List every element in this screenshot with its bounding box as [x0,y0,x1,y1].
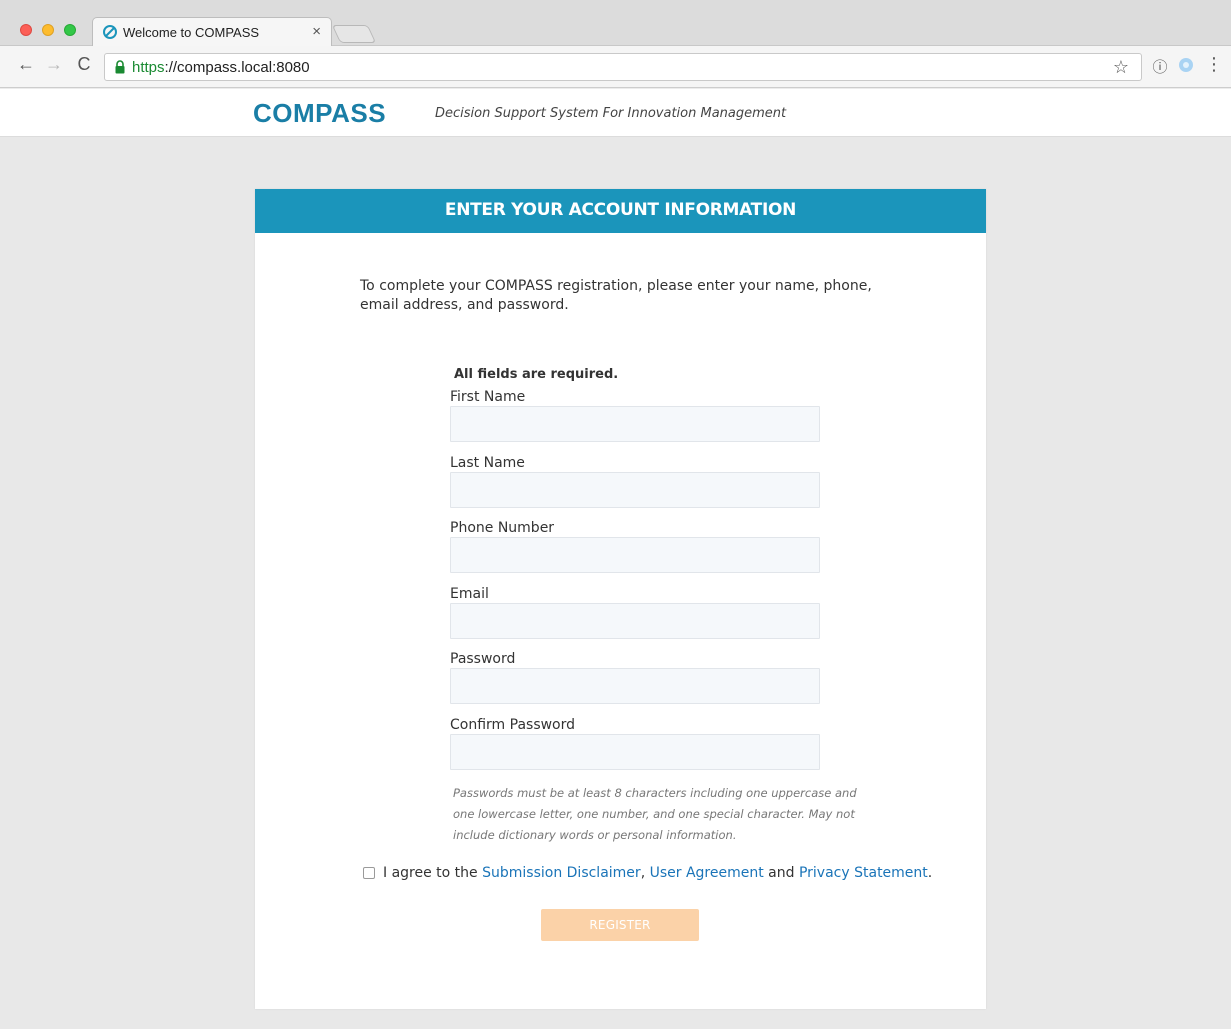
tab-title: Welcome to COMPASS [123,25,260,40]
address-bar[interactable]: https://compass.local:8080 ☆ [104,53,1142,81]
lock-icon [115,60,125,74]
card-title: ENTER YOUR ACCOUNT INFORMATION [444,200,797,220]
compass-logo[interactable]: COMPASS [253,98,386,129]
first-name-input[interactable] [450,406,820,442]
zoom-window-button[interactable] [64,24,76,36]
confirm-password-label: Confirm Password [450,717,576,733]
privacy-statement-link[interactable]: Privacy Statement [799,865,928,881]
first-name-label: First Name [450,389,526,405]
password-label: Password [450,651,516,667]
agree-suffix: . [927,865,933,881]
reload-icon[interactable]: C [74,54,94,75]
agreement-row: I agree to the Submission Disclaimer, Us… [363,865,932,881]
browser-toolbar: ← → C https://compass.local:8080 ☆ ⓘ ⋮ [0,46,1231,88]
page-content: COMPASS Decision Support System For Inno… [0,89,1231,1029]
forward-arrow-icon[interactable]: → [44,54,64,75]
agree-text: I agree to the Submission Disclaimer, Us… [383,865,932,881]
confirm-password-input[interactable] [450,734,820,770]
site-tagline: Decision Support System For Innovation M… [435,106,787,121]
last-name-input[interactable] [450,472,820,508]
close-window-button[interactable] [20,24,32,36]
extension-globe-icon[interactable] [1176,56,1196,76]
compass-favicon-icon [103,25,117,39]
agree-prefix: I agree to the [383,865,483,881]
minimize-window-button[interactable] [42,24,54,36]
tab-compass[interactable]: Welcome to COMPASS × [92,17,332,46]
url-scheme: https [132,59,165,76]
back-arrow-icon[interactable]: ← [16,54,36,75]
tab-close-icon[interactable]: × [312,23,321,40]
new-tab-button[interactable] [331,25,377,43]
intro-text: To complete your COMPASS registration, p… [360,278,872,313]
globe-icon [1179,58,1193,72]
phone-number-input[interactable] [450,537,820,573]
card-header: ENTER YOUR ACCOUNT INFORMATION [255,189,986,233]
email-label: Email [450,586,489,602]
browser-menu-icon[interactable]: ⋮ [1204,54,1224,74]
register-button[interactable]: REGISTER [541,909,699,941]
password-input[interactable] [450,668,820,704]
site-header: COMPASS Decision Support System For Inno… [0,89,1231,137]
last-name-label: Last Name [450,455,525,471]
email-input[interactable] [450,603,820,639]
agree-sep1: , [640,865,650,881]
password-hint: Passwords must be at least 8 characters … [453,786,857,842]
agree-checkbox[interactable] [363,867,375,879]
required-note: All fields are required. [454,367,619,382]
tab-bar: Welcome to COMPASS × [0,0,1231,46]
bookmark-star-icon[interactable]: ☆ [1113,57,1129,78]
url-text: https://compass.local:8080 [132,59,310,76]
extension-info-icon[interactable]: ⓘ [1150,56,1170,76]
submission-disclaimer-link[interactable]: Submission Disclaimer [482,865,641,881]
agree-sep2: and [763,865,799,881]
user-agreement-link[interactable]: User Agreement [650,865,764,881]
url-host: ://compass.local:8080 [164,59,310,76]
phone-number-label: Phone Number [450,520,555,536]
registration-card: ENTER YOUR ACCOUNT INFORMATION To comple… [255,189,986,1009]
browser-window: Welcome to COMPASS × ← → C https://compa… [0,0,1231,1029]
